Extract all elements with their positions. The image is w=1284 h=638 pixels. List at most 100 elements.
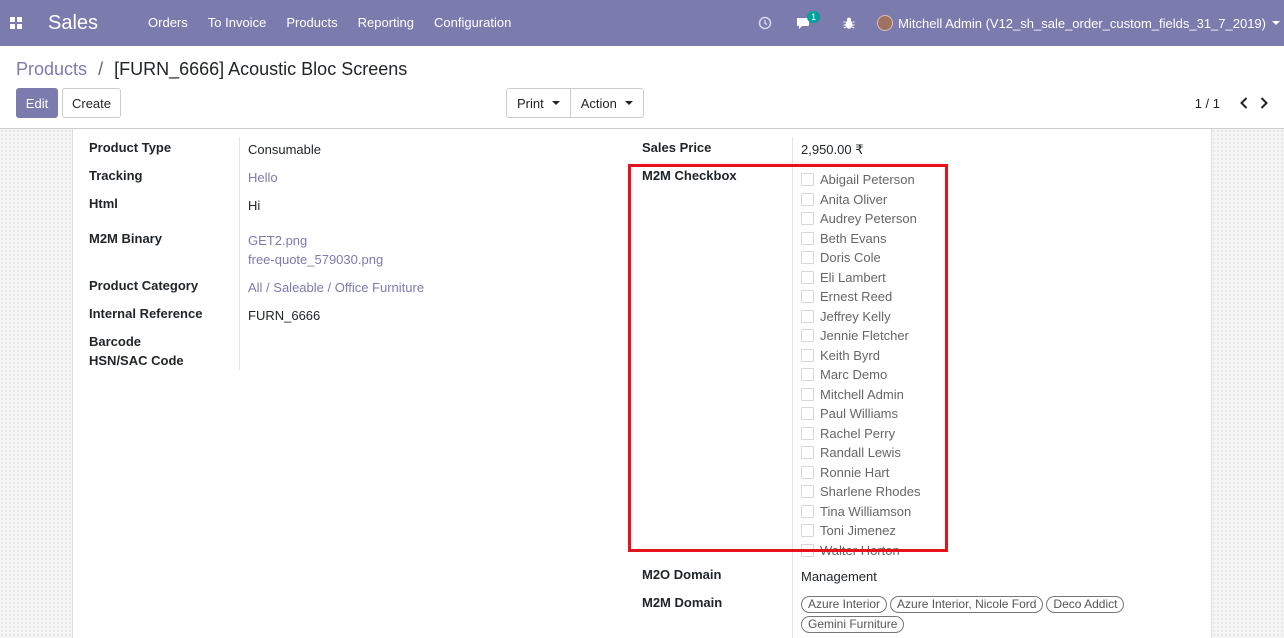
checkbox-item[interactable]: Ronnie Hart (801, 463, 920, 483)
chat-badge: 1 (807, 10, 821, 23)
checkbox[interactable] (801, 212, 814, 226)
user-menu[interactable]: Mitchell Admin (V12_sh_sale_order_custom… (898, 16, 1266, 31)
edit-button[interactable]: Edit (16, 88, 58, 118)
print-dropdown[interactable]: Print (507, 89, 570, 117)
checkbox-label: Abigail Peterson (820, 172, 915, 188)
menu-to-invoice[interactable]: To Invoice (198, 0, 277, 46)
checkbox-label: Randall Lewis (820, 445, 901, 461)
checkbox[interactable] (801, 387, 814, 401)
checkbox-item[interactable]: Anita Oliver (801, 190, 920, 210)
action-dropdown[interactable]: Action (569, 89, 643, 117)
checkbox-label: Beth Evans (820, 230, 887, 246)
m2m-domain-tags: Azure Interior Azure Interior, Nicole For… (801, 596, 1141, 636)
main-menu: Orders To Invoice Products Reporting Con… (138, 0, 521, 46)
checkbox-label: Paul Williams (820, 406, 899, 422)
breadcrumb-products[interactable]: Products (16, 59, 87, 79)
label-internal-reference: Internal Reference (89, 306, 203, 321)
tag-badge[interactable]: Azure Interior (801, 596, 888, 613)
checkbox-item[interactable]: Sharlene Rhodes (801, 482, 920, 502)
checkbox-label: Eli Lambert (820, 269, 886, 285)
checkbox-label: Mitchell Admin (820, 386, 904, 402)
menu-products[interactable]: Products (276, 0, 347, 46)
label-m2o-domain: M2O Domain (642, 567, 722, 582)
breadcrumb: Products / [FURN_6666] Acoustic Bloc Scr… (16, 59, 407, 80)
menu-configuration[interactable]: Configuration (424, 0, 521, 46)
checkbox[interactable] (801, 524, 814, 538)
checkbox-item[interactable]: Walter Horton (801, 541, 920, 561)
checkbox[interactable] (801, 270, 814, 284)
checkbox-label: Sharlene Rhodes (820, 484, 921, 500)
checkbox-item[interactable]: Toni Jimenez (801, 521, 920, 541)
checkbox-item[interactable]: Doris Cole (801, 248, 920, 268)
tag-badge[interactable]: Azure Interior, Nicole Ford (890, 596, 1044, 613)
top-navbar: Sales Orders To Invoice Products Reporti… (0, 0, 1284, 46)
checkbox-item[interactable]: Marc Demo (801, 365, 920, 385)
checkbox-label: Marc Demo (820, 367, 888, 383)
menu-reporting[interactable]: Reporting (348, 0, 424, 46)
checkbox[interactable] (801, 504, 814, 518)
checkbox-label: Toni Jimenez (820, 523, 896, 539)
apps-grid-icon[interactable] (0, 0, 32, 46)
avatar[interactable] (877, 15, 894, 31)
checkbox-item[interactable]: Tina Williamson (801, 502, 920, 522)
checkbox-item[interactable]: Abigail Peterson (801, 170, 920, 190)
clock-icon[interactable] (758, 16, 772, 30)
chat-icon[interactable]: 1 (796, 10, 821, 30)
label-product-category: Product Category (89, 278, 199, 293)
chevron-left-icon[interactable] (1234, 88, 1254, 118)
label-product-type: Product Type (89, 140, 172, 155)
checkbox-item[interactable]: Audrey Peterson (801, 209, 920, 229)
checkbox-item[interactable]: Eli Lambert (801, 268, 920, 288)
file-link-free-quote[interactable]: free-quote_579030.png (248, 252, 383, 267)
value-tracking[interactable]: Hello (248, 170, 278, 185)
app-name[interactable]: Sales (48, 12, 98, 35)
checkbox[interactable] (801, 348, 814, 362)
checkbox[interactable] (801, 251, 814, 265)
menu-orders[interactable]: Orders (138, 0, 198, 46)
checkbox[interactable] (801, 173, 814, 187)
checkbox-item[interactable]: Jennie Fletcher (801, 326, 920, 346)
divider (792, 137, 793, 638)
checkbox-label: Keith Byrd (820, 347, 880, 363)
form-view-background: Product Type Consumable Tracking Hello H… (0, 129, 1284, 638)
checkbox-label: Anita Oliver (820, 191, 888, 207)
checkbox-item[interactable]: Beth Evans (801, 229, 920, 249)
checkbox-item[interactable]: Rachel Perry (801, 424, 920, 444)
checkbox-label: Ernest Reed (820, 289, 893, 305)
checkbox[interactable] (801, 231, 814, 245)
chevron-right-icon[interactable] (1254, 88, 1274, 118)
action-label: Action (580, 95, 617, 111)
checkbox[interactable] (801, 192, 814, 206)
checkbox-label: Doris Cole (820, 250, 881, 266)
checkbox[interactable] (801, 485, 814, 499)
checkbox[interactable] (801, 368, 814, 382)
checkbox[interactable] (801, 543, 814, 557)
create-button[interactable]: Create (62, 88, 121, 118)
checkbox-item[interactable]: Jeffrey Kelly (801, 307, 920, 327)
bug-icon[interactable] (843, 17, 855, 30)
navbar-systray: 1 Mitchell Admin (V12_sh_sale_order_cust… (746, 0, 1284, 46)
checkbox[interactable] (801, 290, 814, 304)
tag-badge[interactable]: Deco Addict (1046, 596, 1125, 613)
pager-value[interactable]: 1 / 1 (1195, 96, 1220, 111)
checkbox[interactable] (801, 309, 814, 323)
label-tracking: Tracking (89, 168, 143, 183)
checkbox-label: Rachel Perry (820, 425, 896, 441)
label-barcode: Barcode (89, 334, 142, 349)
checkbox[interactable] (801, 426, 814, 440)
checkbox-label: Audrey Peterson (820, 211, 917, 227)
value-html: Hi (248, 198, 261, 213)
file-link-get2[interactable]: GET2.png (248, 233, 307, 248)
checkbox-item[interactable]: Ernest Reed (801, 287, 920, 307)
checkbox-item[interactable]: Paul Williams (801, 404, 920, 424)
sidebar-buttons: Print Action (506, 88, 644, 118)
checkbox[interactable] (801, 329, 814, 343)
checkbox-item[interactable]: Mitchell Admin (801, 385, 920, 405)
checkbox[interactable] (801, 446, 814, 460)
checkbox[interactable] (801, 407, 814, 421)
checkbox-item[interactable]: Randall Lewis (801, 443, 920, 463)
checkbox[interactable] (801, 465, 814, 479)
value-product-category[interactable]: All / Saleable / Office Furniture (248, 280, 424, 295)
checkbox-item[interactable]: Keith Byrd (801, 346, 920, 366)
tag-badge[interactable]: Gemini Furniture (801, 616, 905, 633)
